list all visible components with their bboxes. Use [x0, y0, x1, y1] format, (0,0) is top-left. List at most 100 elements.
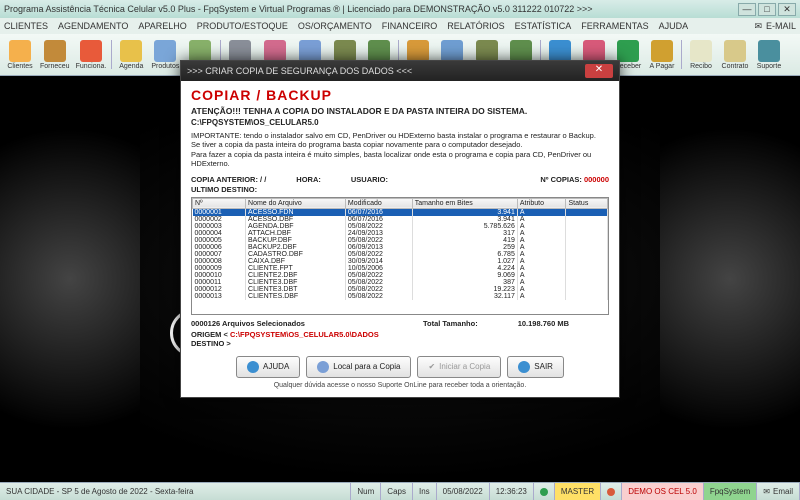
status-time: 12:36:23: [490, 483, 534, 500]
close-button[interactable]: ✕: [778, 3, 796, 16]
menu-relatórios[interactable]: RELATÓRIOS: [447, 21, 504, 31]
tool-icon: [583, 40, 605, 62]
col-header[interactable]: Status: [566, 198, 608, 208]
status-num: Num: [351, 483, 381, 500]
col-header[interactable]: Atributo: [517, 198, 566, 208]
local-copia-button[interactable]: Local para a Copia: [306, 356, 411, 378]
tool-icon: [510, 40, 532, 62]
minimize-button[interactable]: —: [738, 3, 756, 16]
tool-contrato[interactable]: Contrato: [719, 36, 751, 73]
tool-produtos[interactable]: Produtos: [149, 36, 181, 73]
status-fpq[interactable]: FpqSystem: [704, 483, 757, 500]
tool-recibo[interactable]: Recibo: [685, 36, 717, 73]
table-row[interactable]: 0000011CLIENTE3.DBF05/08/2022387A: [193, 279, 608, 286]
menu-estatística[interactable]: ESTATÍSTICA: [515, 21, 572, 31]
status-date: 05/08/2022: [437, 483, 490, 500]
tool-icon: [476, 40, 498, 62]
dialog-footer-text: Qualquer dúvida acesse o nosso Suporte O…: [191, 382, 609, 389]
status-caps: Caps: [381, 483, 413, 500]
tool-icon: [189, 40, 211, 62]
menu-os/orçamento[interactable]: OS/ORÇAMENTO: [298, 21, 372, 31]
menu-clientes[interactable]: CLIENTES: [4, 21, 48, 31]
sair-button[interactable]: SAIR: [507, 356, 564, 378]
files-grid[interactable]: NºNome do ArquivoModificadoTamanho em Bi…: [191, 197, 609, 315]
window-titlebar: Programa Assistência Técnica Celular v5.…: [0, 0, 800, 18]
table-row[interactable]: 0000010CLIENTE2.DBF05/08/20229.069A: [193, 272, 608, 279]
status-email[interactable]: ✉Email: [757, 483, 800, 500]
iniciar-copia-button[interactable]: ✔Iniciar a Copia: [417, 356, 501, 378]
tool-icon: [758, 40, 780, 62]
status-dot-red-icon: [607, 488, 615, 496]
table-row[interactable]: 0000001ACESSO.FDN06/07/20163.941A: [193, 208, 608, 216]
table-row[interactable]: 0000004ATTACH.DBF24/09/2013317A: [193, 230, 608, 237]
menu-ferramentas[interactable]: FERRAMENTAS: [581, 21, 648, 31]
bg-art-right: [660, 76, 800, 482]
backup-dialog: >>> CRIAR COPIA DE SEGURANÇA DOS DADOS <…: [180, 60, 620, 398]
dialog-close-button[interactable]: ✕: [585, 64, 613, 78]
destino-label: DESTINO >: [191, 339, 609, 348]
statusbar: SUA CIDADE - SP 5 de Agosto de 2022 - Se…: [0, 482, 800, 500]
table-row[interactable]: 0000005BACKUP.DBF05/08/2022419A: [193, 237, 608, 244]
table-row[interactable]: 0000009CLIENTE.FPT10/05/20064.224A: [193, 265, 608, 272]
email-icon: ✉: [763, 487, 770, 496]
help-icon: [247, 361, 259, 373]
maximize-button[interactable]: □: [758, 3, 776, 16]
tool-icon: [549, 40, 571, 62]
email-menu[interactable]: ✉ E-MAIL: [754, 21, 796, 32]
tool-icon: [44, 40, 66, 62]
tool-suporte[interactable]: Suporte: [753, 36, 785, 73]
table-row[interactable]: 0000003AGENDA.DBF05/08/20225.785.626A: [193, 223, 608, 230]
tool-icon: [724, 40, 746, 62]
selected-count: 0000126 Arquivos Selecionados: [191, 319, 305, 328]
origem-path: C:\FPQSYSTEM\OS_CELULAR5.0\DADOS: [230, 330, 379, 339]
tool-icon: [651, 40, 673, 62]
table-row[interactable]: 0000013CLIENTES.DBF05/08/202232.117A: [193, 293, 608, 300]
tool-icon: [441, 40, 463, 62]
tool-icon: [154, 40, 176, 62]
tool-icon: [368, 40, 390, 62]
tool-icon: [80, 40, 102, 62]
copies-count: 000000: [584, 175, 609, 184]
table-row[interactable]: 0000002ACESSO.DBF06/07/20163.941A: [193, 216, 608, 223]
window-title: Programa Assistência Técnica Celular v5.…: [4, 4, 738, 14]
tool-icon: [690, 40, 712, 62]
menu-produto/estoque[interactable]: PRODUTO/ESTOQUE: [197, 21, 288, 31]
status-dot-green-icon: [540, 488, 548, 496]
table-row[interactable]: 0000006BACKUP2.DBF06/09/2013259A: [193, 244, 608, 251]
menu-financeiro[interactable]: FINANCEIRO: [382, 21, 438, 31]
col-header[interactable]: Nº: [193, 198, 246, 208]
table-row[interactable]: 0000008CAIXA.DBF30/09/20141.027A: [193, 258, 608, 265]
tool-agenda[interactable]: Agenda: [115, 36, 147, 73]
menubar: CLIENTES AGENDAMENTO APARELHO PRODUTO/ESTOQ…: [0, 18, 800, 34]
tool-clientes[interactable]: Clientes: [4, 36, 36, 73]
tool-funciona[interactable]: Funciona.: [74, 36, 109, 73]
tool-icon: [299, 40, 321, 62]
tool-icon: [120, 40, 142, 62]
total-size: 10.198.760 MB: [518, 319, 569, 328]
status-demo: DEMO OS CEL 5.0: [622, 483, 704, 500]
tool-icon: [334, 40, 356, 62]
col-header[interactable]: Modificado: [345, 198, 412, 208]
usuario-label: USUARIO:: [351, 175, 388, 184]
status-location: SUA CIDADE - SP 5 de Agosto de 2022 - Se…: [0, 483, 351, 500]
table-row[interactable]: 0000012CLIENTE3.DBT05/08/202219.223A: [193, 286, 608, 293]
email-icon: ✉: [754, 21, 762, 32]
menu-aparelho[interactable]: APARELHO: [138, 21, 186, 31]
dialog-warning: ATENÇÃO!!! TENHA A COPIA DO INSTALADOR E…: [191, 106, 609, 116]
status-master: MASTER: [555, 483, 601, 500]
exit-icon: [518, 361, 530, 373]
tool-forneceu[interactable]: Forneceu: [38, 36, 72, 73]
ajuda-button[interactable]: AJUDA: [236, 356, 300, 378]
check-icon: ✔: [428, 362, 435, 371]
col-header[interactable]: Tamanho em Bites: [412, 198, 517, 208]
menu-ajuda[interactable]: AJUDA: [659, 21, 689, 31]
copy-prev-label: COPIA ANTERIOR: / /: [191, 175, 266, 184]
install-path: C:\FPQSYSTEM\OS_CELULAR5.0: [191, 118, 609, 127]
col-header[interactable]: Nome do Arquivo: [246, 198, 346, 208]
table-row[interactable]: 0000007CADASTRO.DBF05/08/20226.785A: [193, 251, 608, 258]
menu-agendamento[interactable]: AGENDAMENTO: [58, 21, 128, 31]
tool-icon: [407, 40, 429, 62]
tool-icon: [264, 40, 286, 62]
tool-apagar[interactable]: A Pagar: [646, 36, 678, 73]
bg-art-left: [0, 76, 140, 482]
